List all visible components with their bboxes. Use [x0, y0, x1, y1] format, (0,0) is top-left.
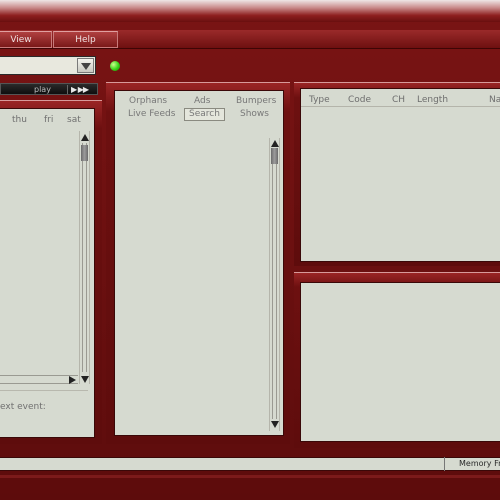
column-header-code[interactable]: Code	[348, 95, 371, 105]
scroll-down-icon[interactable]	[271, 421, 279, 428]
scroll-thumb[interactable]	[81, 145, 88, 161]
scroll-thumb[interactable]	[271, 148, 278, 164]
column-header-length[interactable]: Length	[417, 95, 448, 105]
scroll-right-icon[interactable]	[69, 376, 76, 384]
tab-orphans[interactable]: Orphans	[129, 96, 167, 106]
scroll-track	[82, 143, 87, 372]
status-led-icon	[110, 61, 120, 71]
play-button[interactable]: play	[34, 84, 51, 95]
day-header-fri: fri	[44, 115, 54, 125]
transport-divider	[67, 85, 68, 94]
column-header-type[interactable]: Type	[309, 95, 330, 105]
channel-select[interactable]	[0, 56, 96, 75]
library-panel	[114, 90, 284, 436]
preview-panel	[300, 282, 500, 442]
play-forward-icon[interactable]: ▶ ▶▶	[71, 84, 89, 95]
metadata-table	[300, 88, 500, 262]
tab-search[interactable]: Search	[184, 108, 225, 121]
chevron-down-icon[interactable]	[77, 58, 94, 73]
day-header-sat: sat	[67, 115, 81, 125]
next-event-label: ext event:	[0, 402, 46, 412]
tab-shows[interactable]: Shows	[240, 109, 269, 119]
calendar-hscrollbar[interactable]	[0, 375, 78, 384]
scroll-down-icon[interactable]	[81, 376, 89, 383]
status-bar	[0, 457, 500, 471]
library-scrollbar[interactable]	[269, 138, 280, 431]
scroll-up-icon[interactable]	[81, 134, 89, 141]
tab-bumpers[interactable]: Bumpers	[236, 96, 276, 106]
calendar-divider	[0, 390, 88, 391]
table-header-divider	[301, 106, 500, 107]
transport-bar: play ▶ ▶▶	[0, 83, 98, 95]
tab-live-feeds[interactable]: Live Feeds	[128, 109, 175, 119]
title-bar	[0, 0, 500, 22]
day-header-thu: thu	[12, 115, 27, 125]
scroll-up-icon[interactable]	[271, 140, 279, 147]
memory-status: Memory Fr	[459, 459, 500, 468]
tab-ads[interactable]: Ads	[194, 96, 210, 106]
status-divider	[444, 457, 445, 471]
menu-view[interactable]: View	[0, 31, 52, 48]
bottom-edge	[0, 475, 500, 478]
calendar-scrollbar[interactable]	[79, 131, 90, 384]
column-header-name[interactable]: Na	[489, 95, 500, 105]
menu-help[interactable]: Help	[53, 31, 118, 48]
column-header-ch[interactable]: CH	[392, 95, 405, 105]
scroll-track	[272, 150, 277, 419]
